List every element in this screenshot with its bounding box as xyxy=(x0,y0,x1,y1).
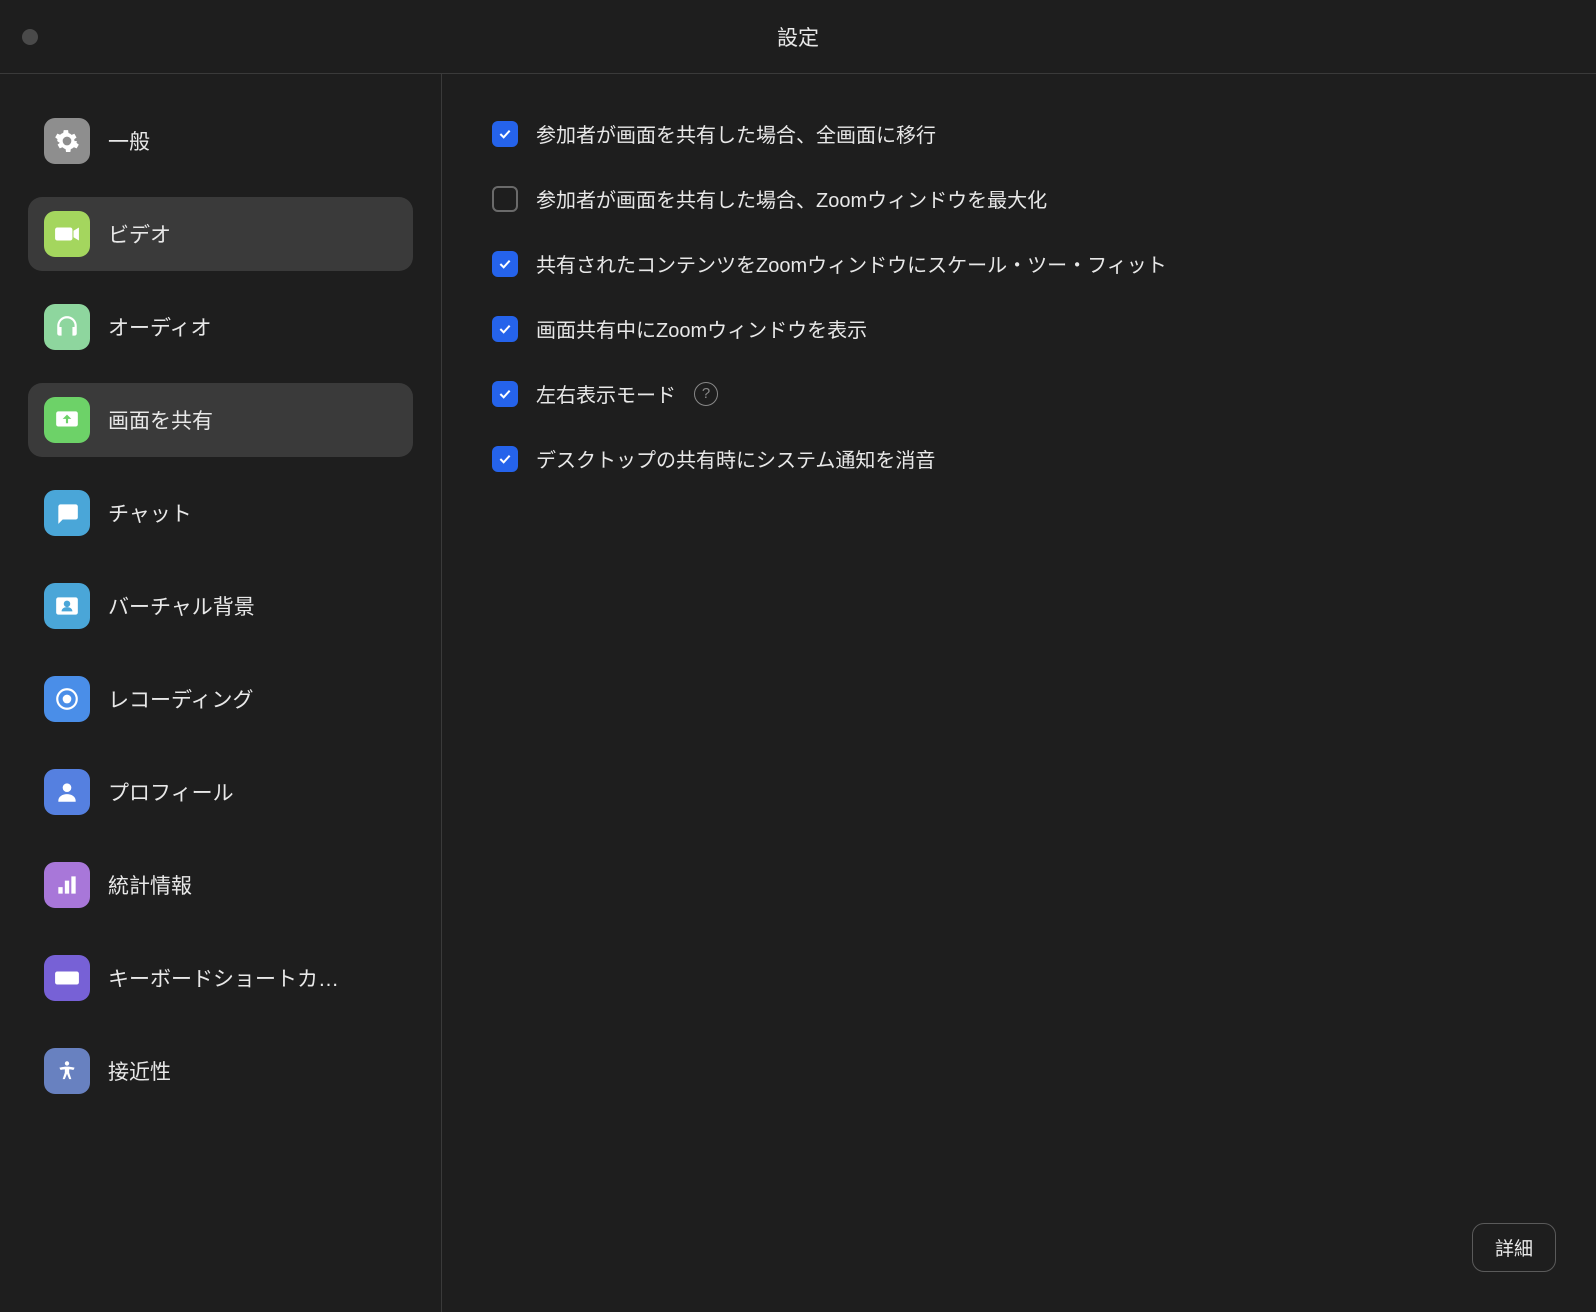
sidebar-item-label: バーチャル背景 xyxy=(108,591,255,621)
sidebar-item-video[interactable]: ビデオ xyxy=(28,197,413,271)
option-row: デスクトップの共有時にシステム通知を消音 xyxy=(492,444,1546,473)
option-label: 参加者が画面を共有した場合、全画面に移行 xyxy=(536,119,936,148)
sidebar-item-label: 統計情報 xyxy=(108,870,192,900)
person-icon xyxy=(44,769,90,815)
window-title: 設定 xyxy=(0,22,1596,52)
option-label: デスクトップの共有時にシステム通知を消音 xyxy=(536,444,935,473)
accessibility-icon xyxy=(44,1048,90,1094)
sidebar-item-label: 一般 xyxy=(108,126,150,156)
share-screen-icon xyxy=(44,397,90,443)
option-label: 参加者が画面を共有した場合、Zoomウィンドウを最大化 xyxy=(536,184,1047,213)
sidebar-item-profile[interactable]: プロフィール xyxy=(28,755,413,829)
headphones-icon xyxy=(44,304,90,350)
sidebar-item-label: キーボードショートカ… xyxy=(108,963,339,993)
sidebar-item-audio[interactable]: オーディオ xyxy=(28,290,413,364)
option-row: 共有されたコンテンツをZoomウィンドウにスケール・ツー・フィット xyxy=(492,249,1546,278)
checkbox-show-zoom-window[interactable] xyxy=(492,316,518,342)
gear-icon xyxy=(44,118,90,164)
option-row: 参加者が画面を共有した場合、Zoomウィンドウを最大化 xyxy=(492,184,1546,213)
advanced-button[interactable]: 詳細 xyxy=(1472,1223,1556,1272)
sidebar-item-label: チャット xyxy=(108,498,192,528)
sidebar: 一般 ビデオ オーディオ 画面を共有 xyxy=(0,74,442,1312)
sidebar-item-virtual-background[interactable]: バーチャル背景 xyxy=(28,569,413,643)
sidebar-item-statistics[interactable]: 統計情報 xyxy=(28,848,413,922)
sidebar-item-keyboard-shortcuts[interactable]: キーボードショートカ… xyxy=(28,941,413,1015)
sidebar-item-label: ビデオ xyxy=(108,219,171,249)
keyboard-icon xyxy=(44,955,90,1001)
option-label: 画面共有中にZoomウィンドウを表示 xyxy=(536,314,867,343)
sidebar-item-label: 接近性 xyxy=(108,1056,171,1086)
window-controls xyxy=(0,29,38,45)
sidebar-item-general[interactable]: 一般 xyxy=(28,104,413,178)
option-label: 左右表示モード xyxy=(536,379,676,408)
option-row: 画面共有中にZoomウィンドウを表示 xyxy=(492,314,1546,343)
titlebar: 設定 xyxy=(0,0,1596,74)
checkbox-scale-to-fit[interactable] xyxy=(492,251,518,277)
option-row: 参加者が画面を共有した場合、全画面に移行 xyxy=(492,119,1546,148)
sidebar-item-label: オーディオ xyxy=(108,312,212,342)
option-row: 左右表示モード ? xyxy=(492,379,1546,408)
sidebar-item-label: レコーディング xyxy=(108,684,254,714)
option-label: 共有されたコンテンツをZoomウィンドウにスケール・ツー・フィット xyxy=(536,249,1167,278)
record-icon xyxy=(44,676,90,722)
help-icon[interactable]: ? xyxy=(694,382,718,406)
content-area: 一般 ビデオ オーディオ 画面を共有 xyxy=(0,74,1596,1312)
bar-chart-icon xyxy=(44,862,90,908)
sidebar-item-recording[interactable]: レコーディング xyxy=(28,662,413,736)
sidebar-item-chat[interactable]: チャット xyxy=(28,476,413,550)
sidebar-item-label: プロフィール xyxy=(108,777,234,807)
checkbox-maximize-on-share[interactable] xyxy=(492,186,518,212)
close-window-button[interactable] xyxy=(22,29,38,45)
virtual-background-icon xyxy=(44,583,90,629)
sidebar-item-accessibility[interactable]: 接近性 xyxy=(28,1034,413,1108)
checkbox-fullscreen-on-share[interactable] xyxy=(492,121,518,147)
sidebar-item-label: 画面を共有 xyxy=(108,405,213,435)
checkbox-side-by-side-mode[interactable] xyxy=(492,381,518,407)
settings-window: 設定 一般 ビデオ オーディオ xyxy=(0,0,1596,1312)
main-panel: 参加者が画面を共有した場合、全画面に移行 参加者が画面を共有した場合、Zoomウ… xyxy=(442,74,1596,1312)
chat-icon xyxy=(44,490,90,536)
video-icon xyxy=(44,211,90,257)
checkbox-silence-notifications[interactable] xyxy=(492,446,518,472)
sidebar-item-share-screen[interactable]: 画面を共有 xyxy=(28,383,413,457)
